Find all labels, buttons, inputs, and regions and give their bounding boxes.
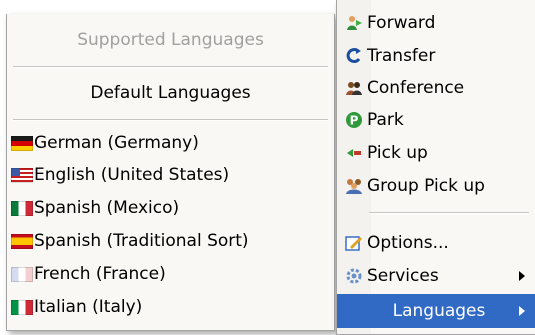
transfer-icon [345, 47, 363, 65]
pickup-icon [345, 144, 363, 162]
forward-icon [345, 14, 363, 32]
languages-submenu: Supported Languages Default Languages Ge… [6, 14, 335, 331]
group-pickup-icon [345, 177, 363, 195]
language-item-label: Spanish (Traditional Sort) [34, 231, 249, 251]
menu-item-transfer[interactable]: Transfer [337, 40, 535, 72]
menu-item-label: Services [367, 266, 439, 286]
menu-separator [13, 66, 328, 68]
flag-germany-icon [11, 135, 33, 151]
language-item-german-germany[interactable]: German (Germany) [7, 128, 334, 158]
flag-italy-icon [11, 299, 33, 315]
menu-item-label: Pick up [367, 143, 428, 163]
call-context-menu: Forward Transfer Conference P Park Pick … [336, 0, 535, 335]
park-icon: P [345, 111, 363, 129]
svg-text:P: P [350, 114, 359, 128]
flag-united-states-icon [11, 167, 33, 183]
language-item-french-france[interactable]: French (France) [7, 259, 334, 289]
language-item-label: German (Germany) [34, 133, 199, 153]
language-item-label: Spanish (Mexico) [34, 198, 180, 218]
flag-spain-icon [11, 233, 33, 249]
language-item-label: Italian (Italy) [34, 297, 143, 317]
language-item-english-united-states[interactable]: English (United States) [7, 160, 334, 190]
default-languages-item[interactable]: Default Languages [7, 83, 334, 103]
flag-france-icon [11, 266, 33, 282]
flag-mexico-icon [11, 200, 33, 216]
menu-item-group-pick-up[interactable]: Group Pick up [337, 170, 535, 202]
options-icon [345, 234, 363, 252]
menu-item-label: Transfer [367, 46, 436, 66]
menu-item-label: Languages [392, 301, 486, 321]
menu-item-options[interactable]: Options... [337, 227, 535, 259]
supported-languages-header: Supported Languages [77, 30, 264, 50]
language-item-italian-italy[interactable]: Italian (Italy) [7, 292, 334, 322]
language-item-spanish-mexico[interactable]: Spanish (Mexico) [7, 193, 334, 223]
menu-item-conference[interactable]: Conference [337, 72, 535, 104]
menu-separator [13, 119, 328, 121]
menu-item-pick-up[interactable]: Pick up [337, 137, 535, 169]
menu-item-label: Options... [367, 233, 449, 253]
menu-item-label: Group Pick up [367, 176, 485, 196]
menu-item-languages[interactable]: Languages [337, 294, 535, 328]
conference-icon [345, 79, 363, 97]
menu-item-park[interactable]: P Park [337, 104, 535, 136]
language-item-label: English (United States) [34, 165, 230, 185]
submenu-arrow-icon [519, 271, 525, 281]
menu-item-label: Park [367, 110, 404, 130]
language-item-label: French (France) [34, 264, 166, 284]
language-item-spanish-traditional-sort[interactable]: Spanish (Traditional Sort) [7, 226, 334, 256]
menu-item-services[interactable]: Services [337, 260, 535, 292]
menu-item-forward[interactable]: Forward [337, 7, 535, 39]
menu-item-label: Conference [367, 78, 465, 98]
menu-item-label: Forward [367, 13, 436, 33]
menu-separator [369, 212, 529, 214]
submenu-arrow-icon [519, 306, 525, 316]
services-icon [345, 267, 363, 285]
